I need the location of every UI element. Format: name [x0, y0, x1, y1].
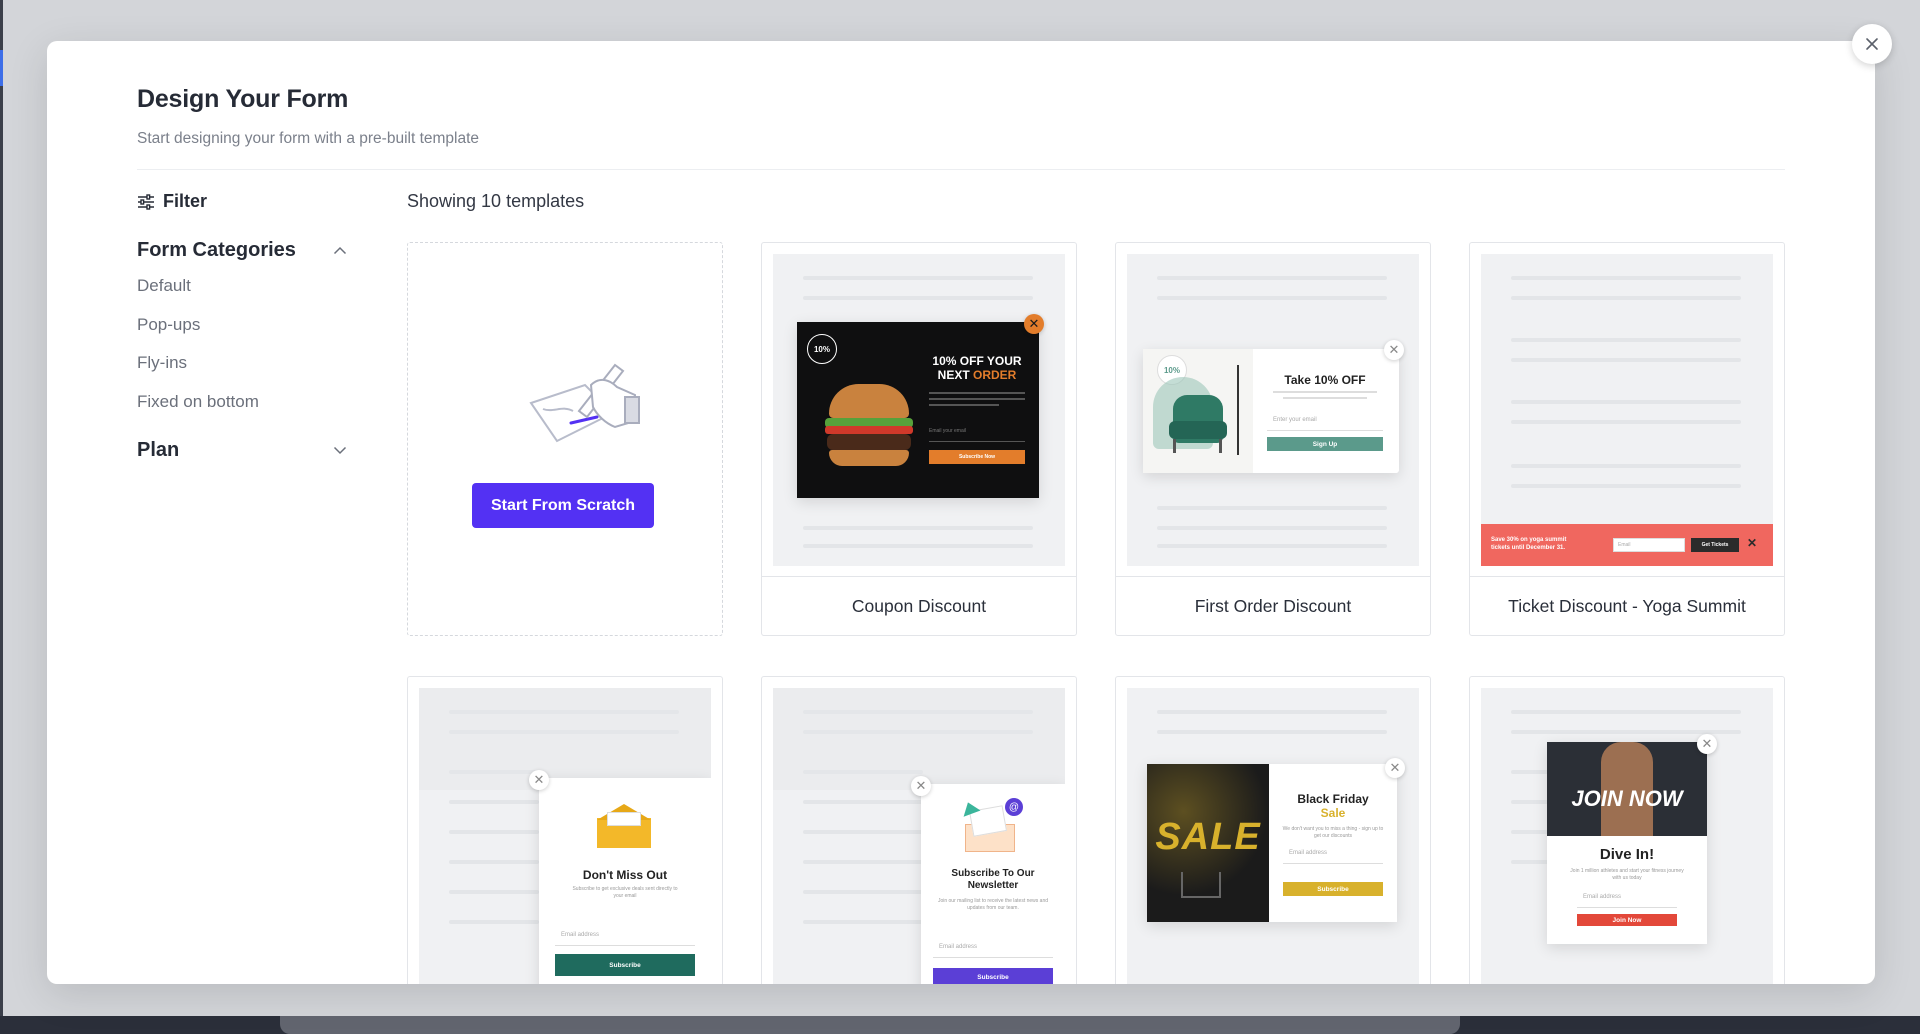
athlete-image: JOIN NOW — [1547, 742, 1707, 836]
plan-toggle[interactable]: Plan — [137, 439, 347, 462]
modal-subtitle: Start designing your form with a pre-bui… — [137, 130, 480, 147]
yoga-fixed-bar: Save 30% on yoga summit tickets until De… — [1481, 524, 1773, 566]
black-friday-preview: SALE Black Friday Sale We don't want you… — [1127, 688, 1419, 984]
template-label: Coupon Discount — [762, 576, 1076, 635]
background-window-edge — [0, 0, 3, 1034]
start-from-scratch-card[interactable]: Start From Scratch — [407, 242, 723, 636]
coupon-close-icon: ✕ — [1024, 314, 1044, 334]
form-categories-toggle[interactable]: Form Categories — [137, 239, 347, 262]
category-fixed-on-bottom[interactable]: Fixed on bottom — [137, 391, 347, 430]
first-order-heading: Take 10% OFF — [1284, 373, 1366, 387]
filter-sidebar: Filter Form Categories Default Pop-ups F… — [137, 191, 347, 462]
template-card-join-now[interactable]: JOIN NOW Dive In! Join 1 million athlete… — [1469, 676, 1785, 984]
armchair-image: 10% — [1143, 349, 1253, 473]
sliders-icon — [138, 193, 154, 210]
templates-count: Showing 10 templates — [407, 191, 585, 211]
modal-title: Design Your Form — [137, 85, 349, 113]
envelope-icon — [597, 804, 651, 848]
newsletter-close-icon: ✕ — [911, 776, 931, 796]
close-icon — [1866, 38, 1878, 50]
black-friday-close-icon: ✕ — [1385, 758, 1405, 778]
close-button[interactable] — [1852, 24, 1892, 64]
chevron-up-icon — [333, 246, 347, 255]
yoga-summit-preview: Save 30% on yoga summit tickets until De… — [1481, 254, 1773, 566]
coupon-badge: 10% — [807, 334, 837, 364]
plan-label: Plan — [137, 439, 180, 461]
template-card-coupon-discount[interactable]: 10% 10% OFF YOUR NEXT ORDER Email your e… — [761, 242, 1077, 636]
first-order-discount-preview: 10% Take 10% OFF Enter your email Sign U… — [1127, 254, 1419, 566]
newsletter-envelope-icon: @ — [959, 798, 1025, 854]
modal-header: Design Your Form Start designing your fo… — [137, 85, 479, 148]
burger-image — [821, 384, 917, 476]
first-order-close-icon: ✕ — [1384, 340, 1404, 360]
template-card-newsletter[interactable]: @ Subscribe To Our Newsletter Join our m… — [761, 676, 1077, 984]
template-label: Ticket Discount - Yoga Summit — [1470, 576, 1784, 635]
start-from-scratch-button[interactable]: Start From Scratch — [472, 483, 654, 528]
dont-miss-out-preview: Don't Miss Out Subscribe to get exclusiv… — [419, 688, 711, 984]
newsletter-preview: @ Subscribe To Our Newsletter Join our m… — [773, 688, 1065, 984]
header-divider — [137, 169, 1785, 170]
sketch-hand-icon — [529, 363, 640, 443]
category-pop-ups[interactable]: Pop-ups — [137, 314, 347, 353]
filter-label: Filter — [163, 191, 208, 211]
template-card-black-friday[interactable]: SALE Black Friday Sale We don't want you… — [1115, 676, 1431, 984]
chevron-down-icon — [333, 446, 347, 455]
coupon-discount-preview: 10% 10% OFF YOUR NEXT ORDER Email your e… — [773, 254, 1065, 566]
template-card-dont-miss-out[interactable]: Don't Miss Out Subscribe to get exclusiv… — [407, 676, 723, 984]
dont-miss-close-icon: ✕ — [529, 770, 549, 790]
join-now-preview: JOIN NOW Dive In! Join 1 million athlete… — [1481, 688, 1773, 984]
join-now-close-icon: ✕ — [1697, 734, 1717, 754]
coupon-heading: 10% OFF YOUR NEXT ORDER — [932, 354, 1022, 382]
background-window-accent — [0, 50, 3, 86]
template-card-ticket-discount-yoga-summit[interactable]: Save 30% on yoga summit tickets until De… — [1469, 242, 1785, 636]
category-fly-ins[interactable]: Fly-ins — [137, 352, 347, 391]
filter-heading: Filter — [137, 191, 347, 212]
background-taskbar — [0, 1016, 1920, 1034]
form-categories-list: Default Pop-ups Fly-ins Fixed on bottom — [137, 275, 347, 429]
templates-area: Showing 10 templates Start From Scratch — [407, 191, 1787, 984]
yoga-close-icon: ✕ — [1747, 536, 1758, 550]
category-default[interactable]: Default — [137, 275, 347, 314]
template-label: First Order Discount — [1116, 576, 1430, 635]
template-card-first-order-discount[interactable]: 10% Take 10% OFF Enter your email Sign U… — [1115, 242, 1431, 636]
form-categories-label: Form Categories — [137, 239, 296, 261]
sale-image: SALE — [1147, 764, 1269, 922]
design-form-modal: Design Your Form Start designing your fo… — [47, 41, 1875, 984]
